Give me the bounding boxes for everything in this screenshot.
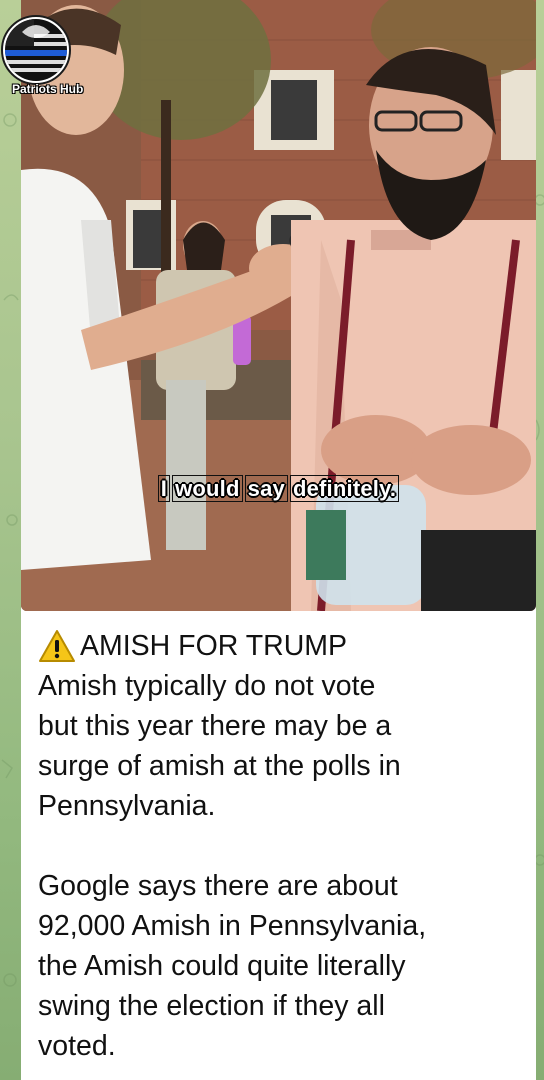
video-thumbnail[interactable]: Iwould say definitely. bbox=[21, 0, 536, 611]
video-caption: Iwould say definitely. bbox=[21, 475, 536, 502]
warning-icon bbox=[39, 630, 75, 662]
message-card[interactable]: Iwould say definitely. AMISH FOR TRUMP Ami… bbox=[21, 0, 536, 1080]
caption-word: I bbox=[157, 475, 171, 502]
message-text: AMISH FOR TRUMP Amish typically do not v… bbox=[38, 626, 528, 1066]
headline-row: AMISH FOR TRUMP bbox=[38, 626, 528, 666]
paragraph-1: Amish typically do not vote but this yea… bbox=[38, 670, 401, 822]
headline: AMISH FOR TRUMP bbox=[80, 630, 348, 662]
caption-word: say bbox=[244, 475, 288, 502]
thin-blue-line-flag-icon[interactable] bbox=[0, 12, 72, 88]
caption-word: would bbox=[172, 475, 243, 502]
channel-name: Patriots Hub bbox=[12, 82, 84, 96]
video-frame-illustration bbox=[21, 0, 536, 611]
paragraph-2: Google says there are about 92,000 Amish… bbox=[38, 870, 427, 1062]
caption-word: definitely. bbox=[289, 475, 400, 502]
